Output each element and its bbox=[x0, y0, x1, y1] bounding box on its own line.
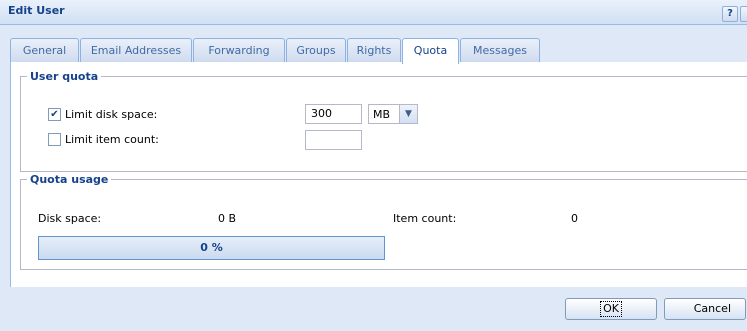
item-count-usage-value: 0 bbox=[571, 212, 578, 225]
user-quota-legend: User quota bbox=[30, 70, 99, 83]
disk-unit-select[interactable]: MB ▼ bbox=[368, 104, 418, 124]
cancel-button[interactable]: Cancel bbox=[664, 298, 746, 320]
edit-user-window: Edit User ? General Email Addresses Forw… bbox=[0, 0, 747, 331]
help-icon[interactable]: ? bbox=[722, 6, 738, 22]
tab-groups[interactable]: Groups bbox=[286, 38, 346, 62]
chevron-down-icon[interactable]: ▼ bbox=[399, 105, 417, 123]
item-count-usage-label: Item count: bbox=[393, 212, 457, 225]
disk-space-input[interactable]: 300 bbox=[305, 104, 362, 124]
disk-usage-progress-bar: 0 % bbox=[38, 236, 385, 260]
tab-email-addresses[interactable]: Email Addresses bbox=[80, 38, 192, 62]
ok-button[interactable]: OK bbox=[565, 298, 657, 320]
disk-space-usage-label: Disk space: bbox=[38, 212, 102, 225]
item-count-input[interactable] bbox=[305, 130, 362, 150]
tab-quota[interactable]: Quota bbox=[402, 38, 459, 64]
tab-rights[interactable]: Rights bbox=[347, 38, 401, 62]
close-icon[interactable] bbox=[740, 6, 747, 22]
tab-general[interactable]: General bbox=[10, 38, 79, 62]
ok-button-label: OK bbox=[600, 301, 622, 317]
disk-unit-value: MB bbox=[373, 108, 391, 121]
window-titlebar[interactable]: Edit User ? bbox=[0, 0, 747, 25]
window-title: Edit User bbox=[8, 4, 65, 17]
limit-disk-space-label: Limit disk space: bbox=[65, 108, 158, 121]
limit-item-count-checkbox[interactable] bbox=[48, 133, 61, 146]
progress-text: 0 % bbox=[200, 241, 223, 254]
checkmark-icon: ✔ bbox=[50, 109, 59, 120]
tab-forwarding[interactable]: Forwarding bbox=[193, 38, 285, 62]
disk-space-usage-value: 0 B bbox=[218, 212, 237, 225]
limit-item-count-label: Limit item count: bbox=[65, 133, 159, 146]
tab-messages[interactable]: Messages bbox=[460, 38, 540, 62]
quota-usage-legend: Quota usage bbox=[30, 173, 109, 186]
dialog-footer: OK Cancel bbox=[0, 287, 747, 331]
tab-strip: General Email Addresses Forwarding Group… bbox=[10, 38, 747, 64]
limit-disk-space-checkbox[interactable]: ✔ bbox=[48, 108, 61, 121]
